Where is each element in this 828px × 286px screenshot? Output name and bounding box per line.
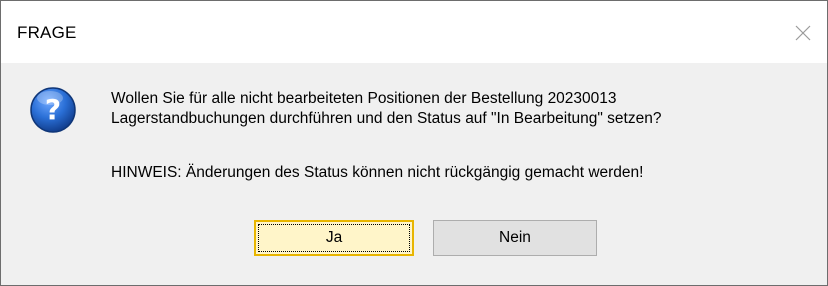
close-icon [795,25,811,41]
message-line-2: Lagerstandbuchungen durchführen und den … [111,110,662,127]
question-icon: ? [30,87,76,133]
focus-ring [258,224,410,252]
message-line-1: Wollen Sie für alle nicht bearbeiteten P… [111,90,617,107]
yes-button[interactable]: Ja [254,220,414,256]
hint-text: HINWEIS: Änderungen des Status können ni… [111,164,644,181]
dialog-body: ? Wollen Sie für alle nicht bearbeiteten… [1,63,827,285]
no-button-label: Nein [499,229,531,246]
svg-text:?: ? [45,93,61,126]
message-dialog: FRAGE ? Wollen Sie für alle nicht bearbe… [0,0,828,286]
title-bar: FRAGE [1,1,827,63]
no-button[interactable]: Nein [433,220,597,256]
close-button[interactable] [779,1,827,63]
dialog-title: FRAGE [17,23,77,42]
